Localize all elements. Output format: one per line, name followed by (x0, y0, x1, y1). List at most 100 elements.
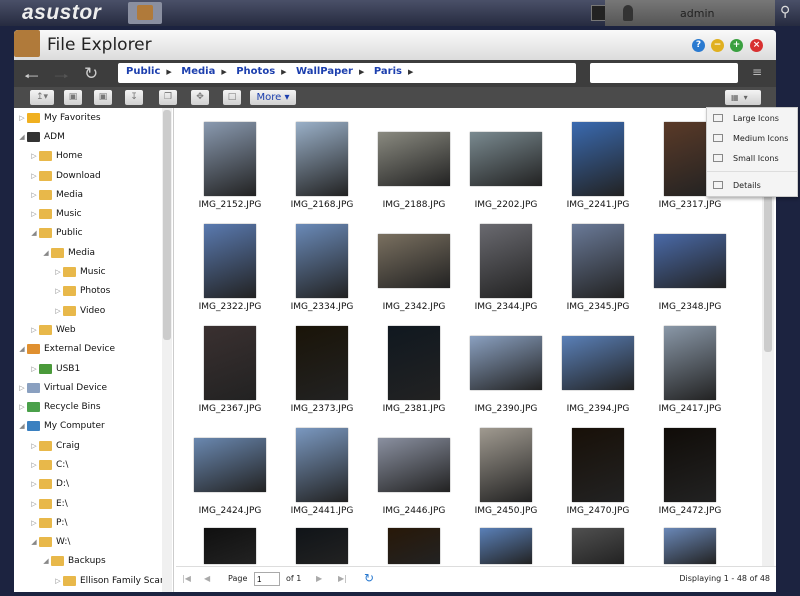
expand-arrow-icon[interactable]: ▷ (29, 442, 39, 450)
expand-arrow-icon[interactable]: ▷ (29, 519, 39, 527)
tree-item[interactable]: ▷ Ellison Family Scan (14, 571, 173, 590)
sidebar-scrollbar[interactable] (162, 108, 172, 592)
tree-item[interactable]: ▷ E:\ (14, 494, 173, 513)
expand-arrow-icon[interactable]: ▷ (29, 326, 39, 334)
tree-item[interactable]: ▷ Web (14, 320, 173, 339)
file-item[interactable]: IMG_2348.JPG (644, 222, 736, 322)
file-explorer-taskbar-icon[interactable] (128, 2, 162, 24)
breadcrumb-public[interactable]: Public (126, 66, 160, 77)
file-item[interactable]: IMG_2345.JPG (552, 222, 644, 322)
page-input[interactable] (254, 572, 280, 586)
file-item[interactable]: IMG_2334.JPG (276, 222, 368, 322)
prev-page-icon[interactable]: ◀ (204, 574, 210, 583)
file-item[interactable]: IMG_2390.JPG (460, 324, 552, 424)
copy-to-button[interactable]: ▣ (94, 90, 112, 105)
file-item[interactable] (276, 528, 368, 564)
tree-item[interactable]: ▷ Media (14, 185, 173, 204)
help-icon[interactable]: ? (692, 39, 705, 52)
file-item[interactable]: IMG_2394.JPG (552, 324, 644, 424)
menu-item-small-icons[interactable]: Small Icons (707, 148, 797, 168)
user-menu[interactable]: admin (605, 0, 775, 26)
breadcrumb-photos[interactable]: Photos (236, 66, 275, 77)
expand-arrow-icon[interactable]: ▷ (53, 287, 63, 295)
refresh-icon[interactable]: ↻ (364, 571, 374, 585)
select-button[interactable]: □ (223, 90, 241, 105)
tree-item[interactable]: ◢ ADM (14, 127, 173, 146)
expand-arrow-icon[interactable]: ▷ (29, 461, 39, 469)
expand-arrow-icon[interactable]: ▷ (29, 365, 39, 373)
expand-arrow-icon[interactable]: ▷ (53, 577, 63, 585)
download-button[interactable]: ↧ (125, 90, 143, 105)
file-item[interactable] (184, 528, 276, 564)
tree-item[interactable]: ◢ Media (14, 243, 173, 262)
new-folder-button[interactable]: ▣ (64, 90, 82, 105)
file-item[interactable]: IMG_2342.JPG (368, 222, 460, 322)
copy-button[interactable]: ❐ (159, 90, 177, 105)
expand-arrow-icon[interactable]: ▷ (17, 403, 27, 411)
tree-item[interactable]: ▷ Recycle Bins (14, 397, 173, 416)
file-item[interactable] (460, 528, 552, 564)
expand-arrow-icon[interactable]: ▷ (29, 500, 39, 508)
next-page-icon[interactable]: ▶ (316, 574, 322, 583)
breadcrumb-wallpaper[interactable]: WallPaper (296, 66, 353, 77)
last-page-icon[interactable]: ▶| (338, 574, 347, 583)
file-item[interactable]: IMG_2417.JPG (644, 324, 736, 424)
file-item[interactable]: IMG_2188.JPG (368, 120, 460, 220)
expand-arrow-icon[interactable]: ▷ (53, 307, 63, 315)
tree-item[interactable]: ▷ My Favorites (14, 108, 173, 127)
expand-arrow-icon[interactable]: ◢ (17, 133, 27, 141)
minimize-icon[interactable]: − (711, 39, 724, 52)
tree-item[interactable]: ◢ Backups (14, 552, 173, 571)
file-item[interactable] (368, 528, 460, 564)
file-item[interactable]: IMG_2472.JPG (644, 426, 736, 526)
file-item[interactable]: IMG_2470.JPG (552, 426, 644, 526)
sidebar-scrollbar-thumb[interactable] (163, 110, 171, 340)
file-item[interactable]: IMG_2381.JPG (368, 324, 460, 424)
expand-arrow-icon[interactable]: ◢ (17, 345, 27, 353)
tree-item[interactable]: ▷ Video (14, 301, 173, 320)
menu-item-details[interactable]: Details (707, 175, 797, 195)
expand-arrow-icon[interactable]: ▷ (29, 480, 39, 488)
file-item[interactable]: IMG_2373.JPG (276, 324, 368, 424)
tree-item[interactable]: ◢ Public (14, 224, 173, 243)
file-item[interactable]: IMG_2446.JPG (368, 426, 460, 526)
tree-item[interactable]: ◢ External Device (14, 340, 173, 359)
tree-item[interactable]: ▷ D:\ (14, 475, 173, 494)
tree-item[interactable]: ▷ Photos (14, 282, 173, 301)
breadcrumb-media[interactable]: Media (181, 66, 215, 77)
list-options-icon[interactable]: ≡ (752, 65, 762, 79)
file-item[interactable]: IMG_2241.JPG (552, 120, 644, 220)
expand-arrow-icon[interactable]: ◢ (41, 557, 51, 565)
file-item[interactable]: IMG_2202.JPG (460, 120, 552, 220)
expand-arrow-icon[interactable]: ▷ (17, 114, 27, 122)
tree-item[interactable]: ▷ Music (14, 204, 173, 223)
expand-arrow-icon[interactable]: ▷ (29, 172, 39, 180)
file-item[interactable] (552, 528, 644, 564)
expand-arrow-icon[interactable]: ▷ (29, 191, 39, 199)
view-mode-button[interactable]: ▦ ▾ (725, 90, 761, 105)
file-item[interactable] (644, 528, 736, 564)
expand-arrow-icon[interactable]: ▷ (17, 384, 27, 392)
tree-item[interactable]: ◢ W:\ (14, 533, 173, 552)
upload-button[interactable]: ↥▾ (30, 90, 54, 105)
expand-arrow-icon[interactable]: ◢ (41, 249, 51, 257)
tree-item[interactable]: ▷ P:\ (14, 513, 173, 532)
more-button[interactable]: More ▾ (250, 90, 296, 105)
maximize-icon[interactable]: + (730, 39, 743, 52)
expand-arrow-icon[interactable]: ◢ (29, 538, 39, 546)
filter-input[interactable] (590, 63, 738, 83)
tree-item[interactable]: ▷ Download (14, 166, 173, 185)
file-item[interactable]: IMG_2450.JPG (460, 426, 552, 526)
expand-arrow-icon[interactable]: ◢ (17, 422, 27, 430)
tree-item[interactable]: ◢ My Computer (14, 417, 173, 436)
tree-item[interactable]: ▷ USB1 (14, 359, 173, 378)
file-item[interactable]: IMG_2367.JPG (184, 324, 276, 424)
menu-item-medium-icons[interactable]: Medium Icons (707, 128, 797, 148)
tree-item[interactable]: ▷ C:\ (14, 455, 173, 474)
file-item[interactable]: IMG_2322.JPG (184, 222, 276, 322)
expand-arrow-icon[interactable]: ▷ (53, 268, 63, 276)
expand-arrow-icon[interactable]: ▷ (29, 152, 39, 160)
expand-arrow-icon[interactable]: ▷ (29, 210, 39, 218)
close-icon[interactable]: × (750, 39, 763, 52)
breadcrumb-paris[interactable]: Paris (374, 66, 402, 77)
